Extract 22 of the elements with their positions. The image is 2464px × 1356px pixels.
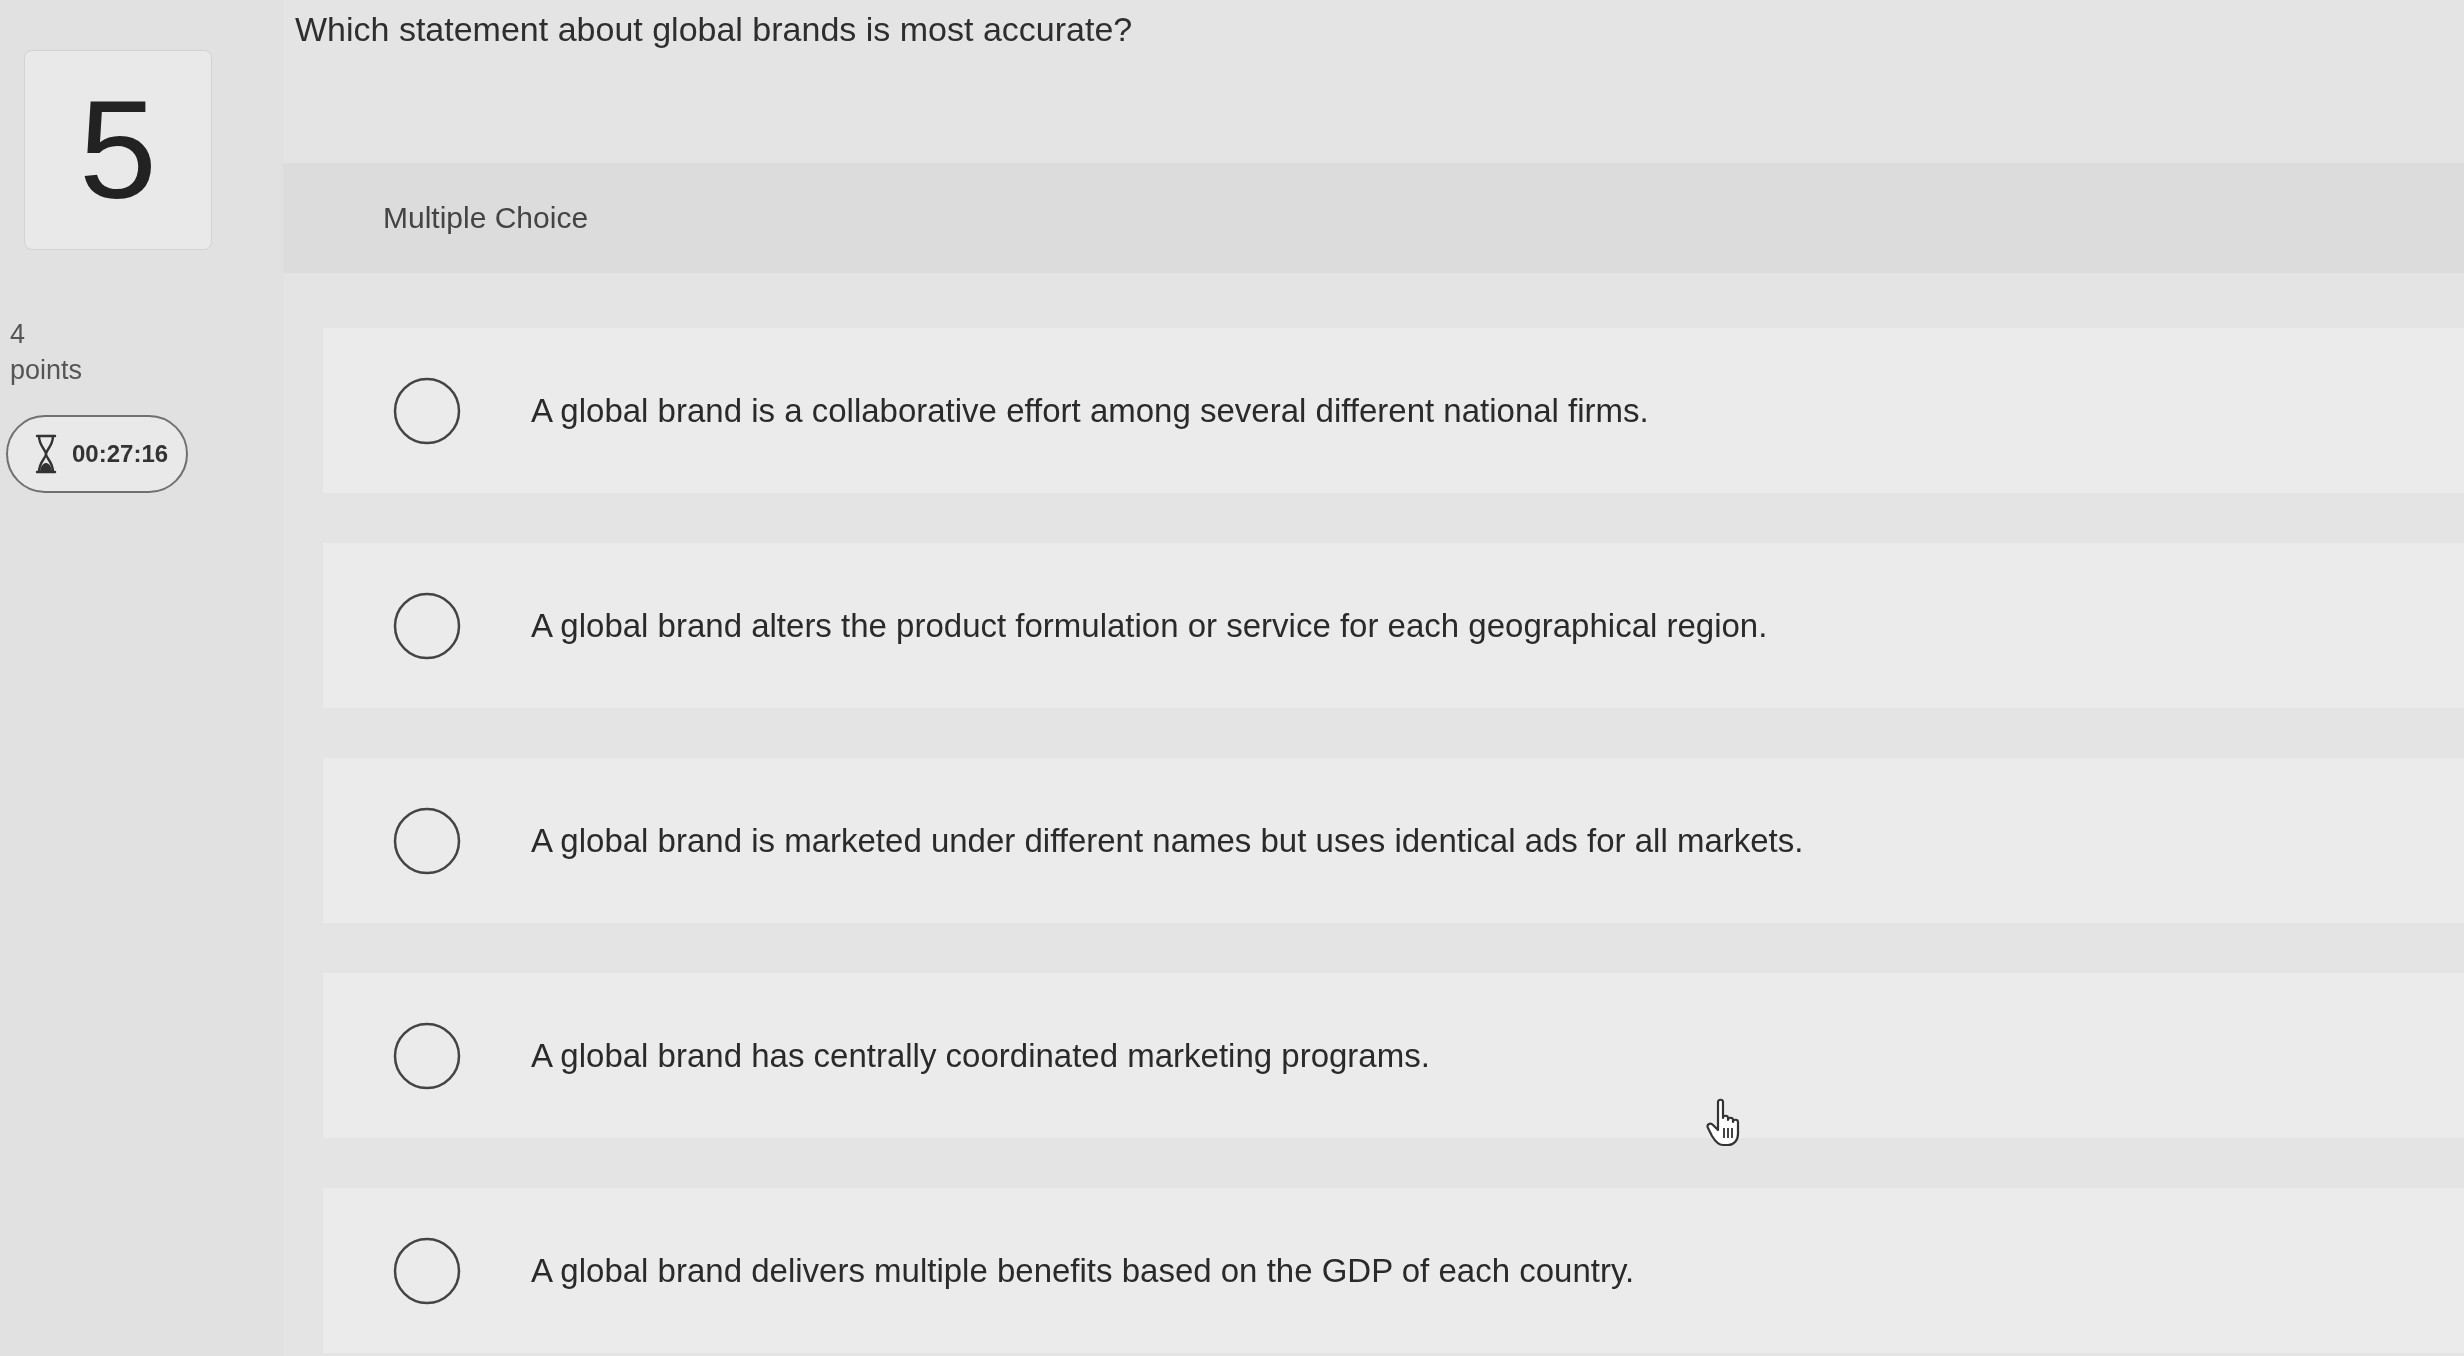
question-text: Which statement about global brands is most accurate?: [294, 9, 1134, 50]
points-label: points: [10, 355, 83, 386]
option-text: A global brand alters the product formulation or service for each geographical region.: [531, 606, 1768, 645]
question-type-label: Multiple Choice: [383, 201, 589, 235]
radio-button[interactable]: [393, 806, 461, 875]
points-value: 4: [10, 320, 27, 350]
radio-button[interactable]: [393, 376, 461, 445]
radio-button[interactable]: [393, 1021, 461, 1090]
radio-button[interactable]: [393, 1236, 461, 1305]
radio-button[interactable]: [393, 591, 461, 660]
answer-option[interactable]: A global brand delivers multiple benefits based on the GDP of each country.: [323, 1188, 2464, 1353]
answer-option[interactable]: A global brand is a collaborative effort among several different national firms.: [323, 328, 2464, 493]
option-text: A global brand is marketed under different names but uses identical ads for all markets.: [531, 821, 1804, 860]
timer-text: 00:27:16: [72, 440, 169, 469]
hourglass-icon: [34, 434, 58, 475]
answer-option[interactable]: A global brand has centrally coordinated marketing programs.: [323, 973, 2464, 1138]
answer-option[interactable]: A global brand is marketed under different names but uses identical ads for all markets.: [323, 758, 2464, 923]
option-text: A global brand has centrally coordinated marketing programs.: [531, 1036, 1430, 1075]
question-number: 5: [24, 50, 212, 250]
option-text: A global brand delivers multiple benefits based on the GDP of each country.: [531, 1251, 1635, 1290]
answer-option[interactable]: A global brand alters the product formulation or service for each geographical region.: [323, 543, 2464, 708]
option-text: A global brand is a collaborative effort among several different national firms.: [531, 391, 1649, 430]
